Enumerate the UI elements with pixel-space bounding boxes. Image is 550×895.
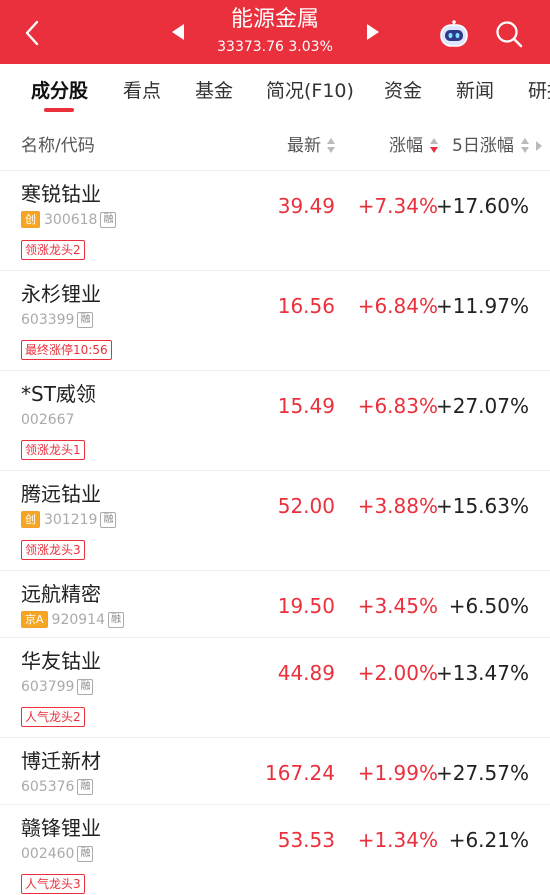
stock-name: *ST威领 bbox=[21, 382, 96, 406]
stock-tag: 最终涨停10:56 bbox=[21, 340, 112, 360]
board-badge: 创 bbox=[21, 211, 40, 228]
latest-price: 167.24 bbox=[265, 761, 335, 785]
index-value: 33373.76 bbox=[217, 39, 284, 55]
stock-tag: 人气龙头3 bbox=[21, 874, 85, 894]
stock-code: 605376 bbox=[21, 778, 75, 795]
change-percent: +2.00% bbox=[357, 661, 438, 685]
stock-code: 920914 bbox=[51, 611, 105, 628]
column-latest[interactable]: 最新 bbox=[287, 135, 321, 157]
latest-price: 53.53 bbox=[277, 828, 335, 852]
tab-news[interactable]: 新闻 bbox=[456, 78, 494, 104]
index-change: 3.03% bbox=[288, 39, 333, 55]
stock-code: 603799 bbox=[21, 678, 75, 695]
stock-row[interactable]: 远航精密 京A 920914 融 19.50 +3.45% +6.50% bbox=[0, 570, 550, 638]
stock-row[interactable]: 华友钴业 603799 融 人气龙头2 44.89 +2.00% +13.47% bbox=[0, 637, 550, 738]
scroll-right-icon[interactable] bbox=[536, 141, 542, 151]
stock-row[interactable]: 赣锋锂业 002460 融 人气龙头3 53.53 +1.34% +6.21% bbox=[0, 804, 550, 895]
latest-price: 15.49 bbox=[277, 394, 335, 418]
latest-price: 16.56 bbox=[277, 294, 335, 318]
stock-meta: 002667 bbox=[21, 409, 75, 428]
stock-code: 300618 bbox=[44, 211, 98, 228]
stock-name: 博迁新材 bbox=[21, 749, 101, 773]
change-5d-percent: +6.50% bbox=[448, 594, 529, 618]
stock-name: 赣锋锂业 bbox=[21, 816, 101, 840]
margin-badge: 融 bbox=[107, 611, 124, 628]
sort-change-5d-icon[interactable] bbox=[521, 138, 529, 154]
margin-badge: 融 bbox=[77, 845, 94, 862]
stock-code: 002667 bbox=[21, 411, 75, 428]
tab-research[interactable]: 研报 bbox=[528, 78, 550, 104]
tab-constituents[interactable]: 成分股 bbox=[31, 78, 88, 104]
stock-row[interactable]: 永杉锂业 603399 融 最终涨停10:56 16.56 +6.84% +11.… bbox=[0, 270, 550, 371]
stock-meta: 605376 融 bbox=[21, 776, 94, 795]
margin-badge: 融 bbox=[77, 778, 94, 795]
stock-name: 远航精密 bbox=[21, 582, 101, 606]
change-percent: +3.88% bbox=[357, 494, 438, 518]
margin-badge: 融 bbox=[77, 311, 94, 328]
change-percent: +7.34% bbox=[357, 194, 438, 218]
robot-assistant-icon[interactable] bbox=[438, 20, 470, 48]
column-name-code: 名称/代码 bbox=[21, 136, 95, 156]
search-icon[interactable] bbox=[494, 19, 524, 49]
margin-badge: 融 bbox=[100, 511, 117, 528]
stock-tag: 领涨龙头1 bbox=[21, 440, 85, 460]
change-5d-percent: +17.60% bbox=[435, 194, 529, 218]
change-5d-percent: +13.47% bbox=[435, 661, 529, 685]
latest-price: 44.89 bbox=[277, 661, 335, 685]
stock-row[interactable]: 腾远钴业 创 301219 融 领涨龙头3 52.00 +3.88% +15.63% bbox=[0, 470, 550, 571]
tab-profile-f10[interactable]: 简况(F10) bbox=[266, 78, 354, 104]
stock-code: 002460 bbox=[21, 845, 75, 862]
next-sector-icon[interactable] bbox=[367, 24, 379, 40]
column-change-5d[interactable]: 5日涨幅 bbox=[452, 135, 514, 157]
change-5d-percent: +15.63% bbox=[435, 494, 529, 518]
sort-latest-icon[interactable] bbox=[327, 138, 335, 154]
change-percent: +6.84% bbox=[357, 294, 438, 318]
top-bar: 能源金属 33373.76 3.03% bbox=[0, 0, 550, 64]
column-change[interactable]: 涨幅 bbox=[389, 135, 423, 157]
stock-meta: 603399 融 bbox=[21, 309, 94, 328]
active-tab-indicator bbox=[44, 108, 74, 112]
change-percent: +3.45% bbox=[357, 594, 438, 618]
stock-row[interactable]: 博迁新材 605376 融 167.24 +1.99% +27.57% bbox=[0, 737, 550, 805]
change-percent: +1.99% bbox=[357, 761, 438, 785]
stock-tag: 领涨龙头3 bbox=[21, 540, 85, 560]
board-badge: 创 bbox=[21, 511, 40, 528]
tab-bar: 成分股 看点 基金 简况(F10) 资金 新闻 研报 bbox=[0, 64, 550, 122]
change-percent: +1.34% bbox=[357, 828, 438, 852]
stock-meta: 002460 融 bbox=[21, 843, 94, 862]
stock-row[interactable]: *ST威领 002667 领涨龙头1 15.49 +6.83% +27.07% bbox=[0, 370, 550, 471]
latest-price: 19.50 bbox=[277, 594, 335, 618]
stock-meta: 京A 920914 融 bbox=[21, 609, 124, 628]
tab-funds[interactable]: 基金 bbox=[195, 78, 233, 104]
stock-meta: 创 301219 融 bbox=[21, 509, 117, 528]
tab-capital[interactable]: 资金 bbox=[384, 78, 422, 104]
stock-name: 华友钴业 bbox=[21, 649, 101, 673]
stock-meta: 创 300618 融 bbox=[21, 209, 117, 228]
change-5d-percent: +11.97% bbox=[435, 294, 529, 318]
change-5d-percent: +27.07% bbox=[435, 394, 529, 418]
stock-row[interactable]: 寒锐钴业 创 300618 融 领涨龙头2 39.49 +7.34% +17.60% bbox=[0, 170, 550, 271]
board-badge: 京A bbox=[21, 611, 48, 628]
stock-code: 603399 bbox=[21, 311, 75, 328]
stock-tag: 人气龙头2 bbox=[21, 707, 85, 727]
column-header: 名称/代码 最新 涨幅 5日涨幅 bbox=[0, 126, 550, 166]
change-5d-percent: +27.57% bbox=[435, 761, 529, 785]
margin-badge: 融 bbox=[100, 211, 117, 228]
stock-meta: 603799 融 bbox=[21, 676, 94, 695]
stock-name: 寒锐钴业 bbox=[21, 182, 101, 206]
latest-price: 39.49 bbox=[277, 194, 335, 218]
stock-tag: 领涨龙头2 bbox=[21, 240, 85, 260]
change-percent: +6.83% bbox=[357, 394, 438, 418]
stock-name: 永杉锂业 bbox=[21, 282, 101, 306]
stock-name: 腾远钴业 bbox=[21, 482, 101, 506]
margin-badge: 融 bbox=[77, 678, 94, 695]
tab-highlights[interactable]: 看点 bbox=[123, 78, 161, 104]
change-5d-percent: +6.21% bbox=[448, 828, 529, 852]
sort-change-icon[interactable] bbox=[430, 138, 438, 154]
latest-price: 52.00 bbox=[277, 494, 335, 518]
stock-code: 301219 bbox=[44, 511, 98, 528]
